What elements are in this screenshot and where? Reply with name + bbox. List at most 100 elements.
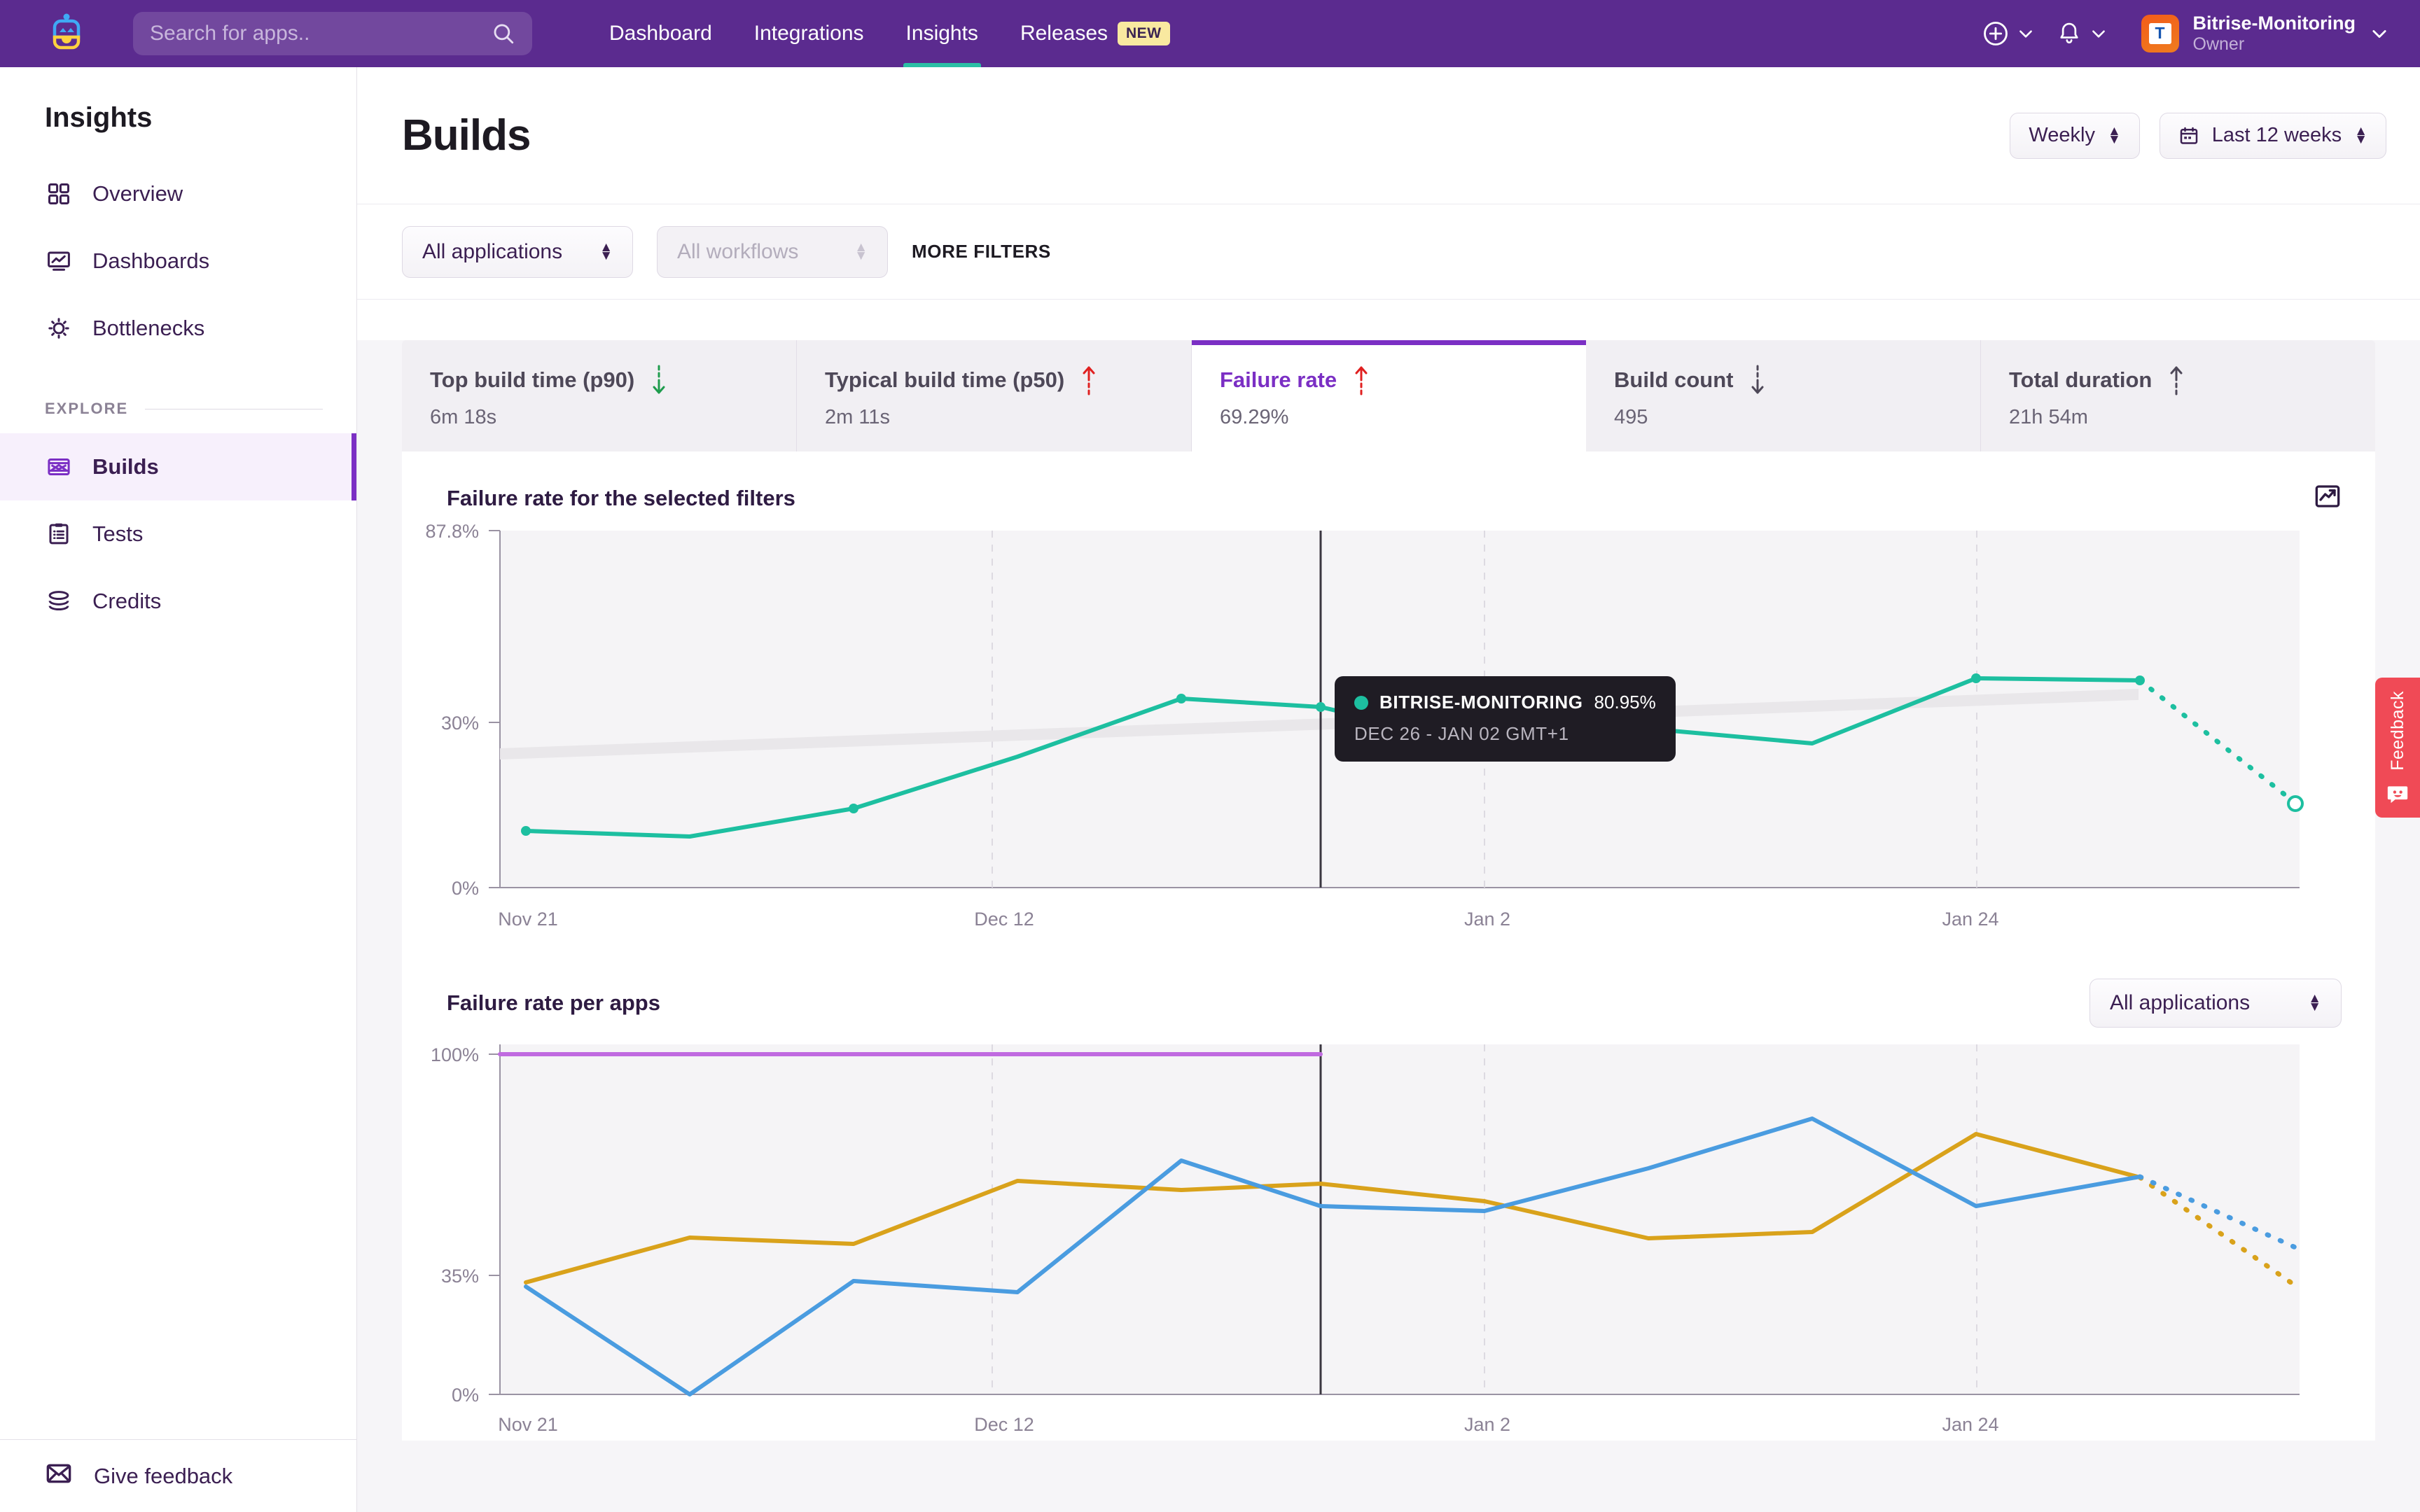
grid-icon bbox=[45, 180, 73, 208]
tab-label: Typical build time (p50) bbox=[825, 368, 1064, 393]
nav-insights-label: Insights bbox=[906, 22, 978, 46]
tab-value: 2m 11s bbox=[825, 406, 1163, 429]
envelope-icon bbox=[45, 1460, 73, 1493]
y-tick-label: 35% bbox=[441, 1266, 479, 1287]
tab-value: 495 bbox=[1614, 406, 1952, 429]
workflows-filter-label: All workflows bbox=[677, 240, 854, 264]
sidebar-item-overview[interactable]: Overview bbox=[0, 160, 356, 227]
main-nav: Dashboard Integrations Insights Releases… bbox=[588, 0, 1191, 67]
x-tick-label: Jan 24 bbox=[1942, 909, 1998, 930]
series-point bbox=[1971, 673, 1981, 683]
granularity-select[interactable]: Weekly ▲▼ bbox=[2010, 113, 2139, 159]
clipboard-list-icon bbox=[45, 520, 73, 548]
feedback-tab-label: Feedback bbox=[2388, 691, 2408, 771]
y-tick-label: 100% bbox=[431, 1044, 479, 1065]
chart-two-app-select-label: All applications bbox=[2110, 991, 2308, 1015]
releases-new-badge: NEW bbox=[1118, 22, 1170, 46]
sidebar-item-dashboards[interactable]: Dashboards bbox=[0, 227, 356, 295]
trend-up-icon bbox=[1080, 364, 1098, 396]
applications-filter-select[interactable]: All applications ▲▼ bbox=[402, 226, 633, 278]
bitrise-logo[interactable] bbox=[0, 12, 133, 55]
top-navigation-bar: Dashboard Integrations Insights Releases… bbox=[0, 0, 2420, 67]
tab-value: 69.29% bbox=[1220, 406, 1558, 429]
page-header: Builds Weekly ▲▼ Last 12 weeks ▲▼ bbox=[357, 67, 2420, 204]
projection-end-marker bbox=[2288, 797, 2302, 811]
x-tick-label: Dec 12 bbox=[974, 1414, 1034, 1434]
nav-dashboard[interactable]: Dashboard bbox=[588, 0, 733, 67]
y-axis: 100% 35% 0% bbox=[431, 1044, 500, 1406]
updown-chevrons-icon: ▲▼ bbox=[854, 244, 868, 260]
series-point bbox=[1176, 694, 1186, 704]
sidebar-item-label: Overview bbox=[92, 181, 183, 206]
trend-down-icon bbox=[1748, 364, 1767, 396]
tab-failure-rate[interactable]: Failure rate 69.29% bbox=[1192, 340, 1586, 451]
nav-insights[interactable]: Insights bbox=[885, 0, 999, 67]
chart-card-failure-rate: Failure rate for the selected filters bbox=[402, 451, 2375, 948]
app-search-box[interactable] bbox=[133, 12, 532, 55]
x-tick-label: Dec 12 bbox=[974, 909, 1034, 930]
give-feedback-label: Give feedback bbox=[94, 1464, 232, 1489]
calendar-icon bbox=[2178, 125, 2199, 146]
chevron-down-icon bbox=[2089, 24, 2108, 43]
more-filters-button[interactable]: MORE FILTERS bbox=[912, 241, 1051, 262]
tab-label: Build count bbox=[1614, 368, 1733, 393]
filter-bar: All applications ▲▼ All workflows ▲▼ MOR… bbox=[357, 204, 2420, 300]
chart-two-app-select[interactable]: All applications ▲▼ bbox=[2089, 979, 2342, 1028]
nav-releases-label: Releases bbox=[1020, 22, 1108, 46]
trend-down-icon bbox=[650, 364, 668, 396]
x-tick-label: Jan 2 bbox=[1464, 1414, 1510, 1434]
sidebar-item-label: Dashboards bbox=[92, 248, 209, 274]
chart-two-svg: 100% 35% 0% Nov 21 Dec 12 Jan 2 Jan 24 bbox=[402, 1035, 2356, 1434]
chart-two-plot-wrap: 100% 35% 0% Nov 21 Dec 12 Jan 2 Jan 24 bbox=[402, 1035, 2375, 1434]
add-new-button[interactable] bbox=[1973, 20, 2043, 48]
x-tick-label: Jan 24 bbox=[1942, 1414, 1998, 1434]
nav-integrations[interactable]: Integrations bbox=[733, 0, 885, 67]
sidebar-title: Insights bbox=[0, 67, 356, 134]
updown-chevrons-icon: ▲▼ bbox=[2354, 127, 2367, 144]
divider bbox=[145, 409, 323, 410]
page-title: Builds bbox=[402, 111, 530, 160]
lightbulb-icon bbox=[45, 314, 73, 342]
chevron-down-icon bbox=[2370, 24, 2389, 43]
date-range-select[interactable]: Last 12 weeks ▲▼ bbox=[2160, 113, 2386, 159]
tab-build-count[interactable]: Build count 495 bbox=[1586, 340, 1981, 451]
chevron-down-icon bbox=[2017, 24, 2035, 43]
tab-total-duration[interactable]: Total duration 21h 54m bbox=[1981, 340, 2375, 451]
applications-filter-label: All applications bbox=[422, 240, 599, 264]
organization-switcher[interactable]: T Bitrise-Monitoring Owner bbox=[2141, 13, 2389, 55]
search-input[interactable] bbox=[150, 22, 492, 46]
notifications-button[interactable] bbox=[2047, 20, 2116, 47]
sidebar-explore-list: Builds Tests bbox=[0, 433, 356, 635]
sidebar-item-credits[interactable]: Credits bbox=[0, 568, 356, 635]
chart-one-svg: 87.8% 30% 0% Nov 21 Dec 12 Jan 2 Jan 24 bbox=[402, 521, 2356, 941]
smiley-chat-icon bbox=[2386, 783, 2409, 804]
sidebar-item-tests[interactable]: Tests bbox=[0, 500, 356, 568]
trend-up-icon bbox=[1352, 364, 1370, 396]
avatar-letter: T bbox=[2155, 25, 2164, 41]
plot-area-background bbox=[500, 1044, 2300, 1394]
tab-top-build-time[interactable]: Top build time (p90) 6m 18s bbox=[402, 340, 797, 451]
expand-chart-icon[interactable] bbox=[2314, 501, 2342, 513]
feedback-tab[interactable]: Feedback bbox=[2375, 678, 2420, 818]
sidebar: Insights Overview Dashboard bbox=[0, 67, 357, 1512]
y-tick-label: 0% bbox=[452, 878, 479, 899]
sidebar-item-builds[interactable]: Builds bbox=[0, 433, 356, 500]
nav-releases[interactable]: Releases NEW bbox=[999, 0, 1191, 67]
y-tick-label: 87.8% bbox=[425, 521, 479, 542]
workflows-filter-select[interactable]: All workflows ▲▼ bbox=[657, 226, 888, 278]
search-icon bbox=[492, 22, 515, 46]
sidebar-primary-list: Overview Dashboards bbox=[0, 160, 356, 362]
page-header-controls: Weekly ▲▼ Last 12 weeks ▲▼ bbox=[2010, 113, 2386, 159]
series-point bbox=[1316, 702, 1326, 712]
chart-one-title: Failure rate for the selected filters bbox=[447, 486, 795, 511]
org-name: Bitrise-Monitoring bbox=[2193, 13, 2356, 34]
bell-icon bbox=[2056, 20, 2082, 47]
sidebar-item-label: Bottlenecks bbox=[92, 316, 204, 341]
org-role: Owner bbox=[2193, 34, 2356, 55]
x-tick-label: Nov 21 bbox=[498, 1414, 558, 1434]
tab-label: Top build time (p90) bbox=[430, 368, 634, 393]
give-feedback-button[interactable]: Give feedback bbox=[0, 1439, 357, 1512]
tab-typical-build-time[interactable]: Typical build time (p50) 2m 11s bbox=[797, 340, 1192, 451]
bitrise-robot-logo-icon bbox=[45, 12, 88, 55]
sidebar-item-bottlenecks[interactable]: Bottlenecks bbox=[0, 295, 356, 362]
